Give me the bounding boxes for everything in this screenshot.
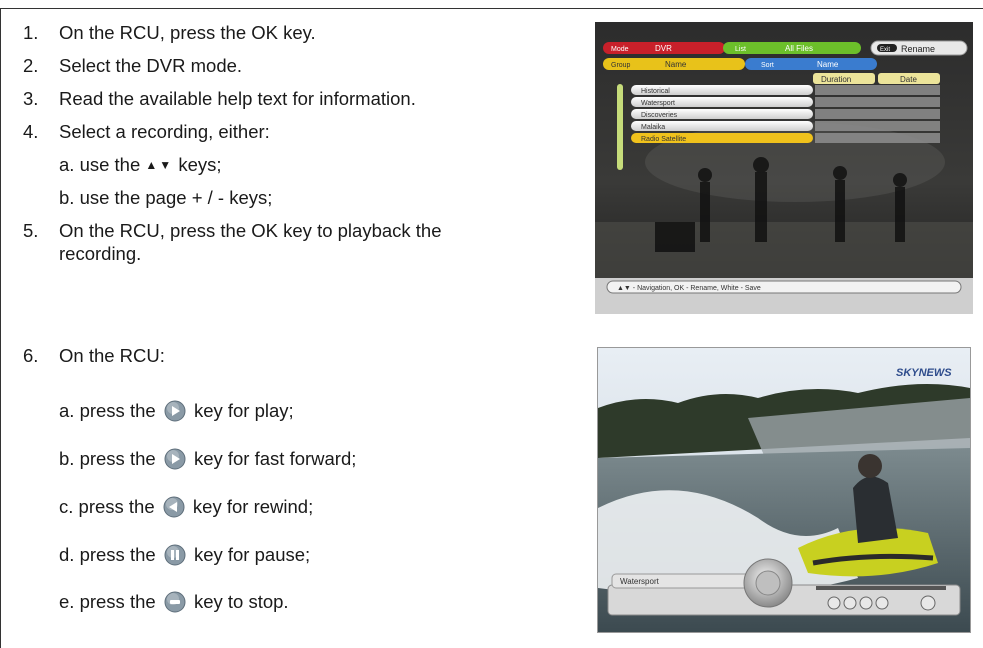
osd-rewind-button-icon xyxy=(827,596,841,610)
sort-tab: Sort Name xyxy=(745,58,877,70)
sub-step-text: b. use the page + / - keys; xyxy=(59,187,273,208)
sub-step-text: a. press the xyxy=(59,400,156,421)
osd-pause-button-icon xyxy=(859,596,873,610)
list-tab: List All Files xyxy=(723,42,861,54)
sub-step-text: key for fast forward; xyxy=(193,448,357,469)
recording-row: Malaika xyxy=(631,121,940,131)
channel-logo: SKYNEWS xyxy=(896,367,952,379)
sub-step-text: keys; xyxy=(178,154,222,175)
step-number: 4. xyxy=(23,121,39,142)
stop-key-icon xyxy=(164,591,186,613)
osd-title: Watersport xyxy=(620,577,660,586)
sub-step-text: key for rewind; xyxy=(192,496,314,517)
pause-key-icon xyxy=(164,544,186,566)
rename-label: Rename xyxy=(901,44,935,54)
step-6a: a. press the key for play; xyxy=(59,400,294,422)
step-6e: e. press the key to stop. xyxy=(59,591,289,613)
osd-forward-button-icon xyxy=(875,596,889,610)
group-tab-label: Group xyxy=(611,62,631,69)
recording-row: Discoveries xyxy=(631,109,940,119)
help-bar-text: ▲▼ - Navigation, OK - Rename, White - Sa… xyxy=(617,285,761,292)
step-6b: b. press the key for fast forward; xyxy=(59,448,356,470)
sub-step-text: c. press the xyxy=(59,496,155,517)
sub-step-text: d. press the xyxy=(59,544,156,565)
mode-tab-label: Mode xyxy=(611,46,629,53)
step-text-line-2: recording. xyxy=(59,243,142,264)
sub-step-text: key to stop. xyxy=(193,591,289,612)
recording-title: Malaika xyxy=(641,124,665,131)
step-number: 5. xyxy=(23,220,39,241)
step-text-line-1: On the RCU, press the OK key to playback… xyxy=(59,220,442,241)
sub-step-text: e. press the xyxy=(59,591,156,612)
dvr-recordings-screenshot: Mode DVR List All Files Exit Rename Grou… xyxy=(595,22,973,314)
recording-row-selected: Radio Satellite xyxy=(631,133,940,143)
step-number: 1. xyxy=(23,22,39,43)
recording-title: Discoveries xyxy=(641,112,678,119)
step-text: On the RCU: xyxy=(59,345,165,366)
step-6c: c. press the key for rewind; xyxy=(59,496,313,518)
step-6d: d. press the key for pause; xyxy=(59,544,310,566)
list-tab-value: All Files xyxy=(785,44,813,53)
rewind-key-icon xyxy=(163,496,185,518)
step-4b: b. use the page + / - keys; xyxy=(59,187,272,209)
rider-head xyxy=(858,454,882,478)
osd-stop-button-icon xyxy=(920,595,936,611)
osd-progress-track xyxy=(816,586,946,590)
recording-title: Radio Satellite xyxy=(641,136,686,143)
step-number: 3. xyxy=(23,88,39,109)
up-down-arrow-keys-icon: ▲▼ xyxy=(145,158,174,172)
step-4a: a. use the ▲▼ keys; xyxy=(59,154,222,176)
mode-tab: Mode DVR xyxy=(603,42,725,54)
step-text: Select a recording, either: xyxy=(59,121,270,142)
play-key-icon xyxy=(164,400,186,422)
sort-tab-value: Name xyxy=(817,60,839,69)
sub-step-text: key for play; xyxy=(193,400,294,421)
duration-header-label: Duration xyxy=(821,75,851,84)
step-number: 6. xyxy=(23,345,39,366)
recording-title: Watersport xyxy=(641,100,675,107)
recording-title: Historical xyxy=(641,88,670,95)
list-tab-label: List xyxy=(735,46,746,53)
step-number: 2. xyxy=(23,55,39,76)
exit-key-label: Exit xyxy=(880,47,890,53)
frame-top-border xyxy=(0,8,983,9)
mode-tab-value: DVR xyxy=(655,44,672,53)
rename-tab: Exit Rename xyxy=(870,40,968,56)
recording-row: Historical xyxy=(631,85,940,95)
frame-left-border xyxy=(0,8,1,648)
list-scrollbar xyxy=(617,84,623,170)
osd-play-button-icon xyxy=(843,596,857,610)
sort-tab-label: Sort xyxy=(761,62,774,69)
group-tab: Group Name xyxy=(603,58,745,70)
group-tab-value: Name xyxy=(665,60,687,69)
sub-step-text: a. use the xyxy=(59,154,141,175)
step-text: Read the available help text for informa… xyxy=(59,88,416,109)
step-text: On the RCU, press the OK key. xyxy=(59,22,316,43)
playback-screenshot: SKYNEWS Watersport xyxy=(597,347,971,633)
date-header-label: Date xyxy=(900,75,917,84)
sub-step-text: key for pause; xyxy=(193,544,311,565)
osd-dial-center xyxy=(755,570,781,596)
sub-step-text: b. press the xyxy=(59,448,156,469)
step-text: Select the DVR mode. xyxy=(59,55,243,76)
recording-row: Watersport xyxy=(631,97,940,107)
fast-forward-key-icon xyxy=(164,448,186,470)
